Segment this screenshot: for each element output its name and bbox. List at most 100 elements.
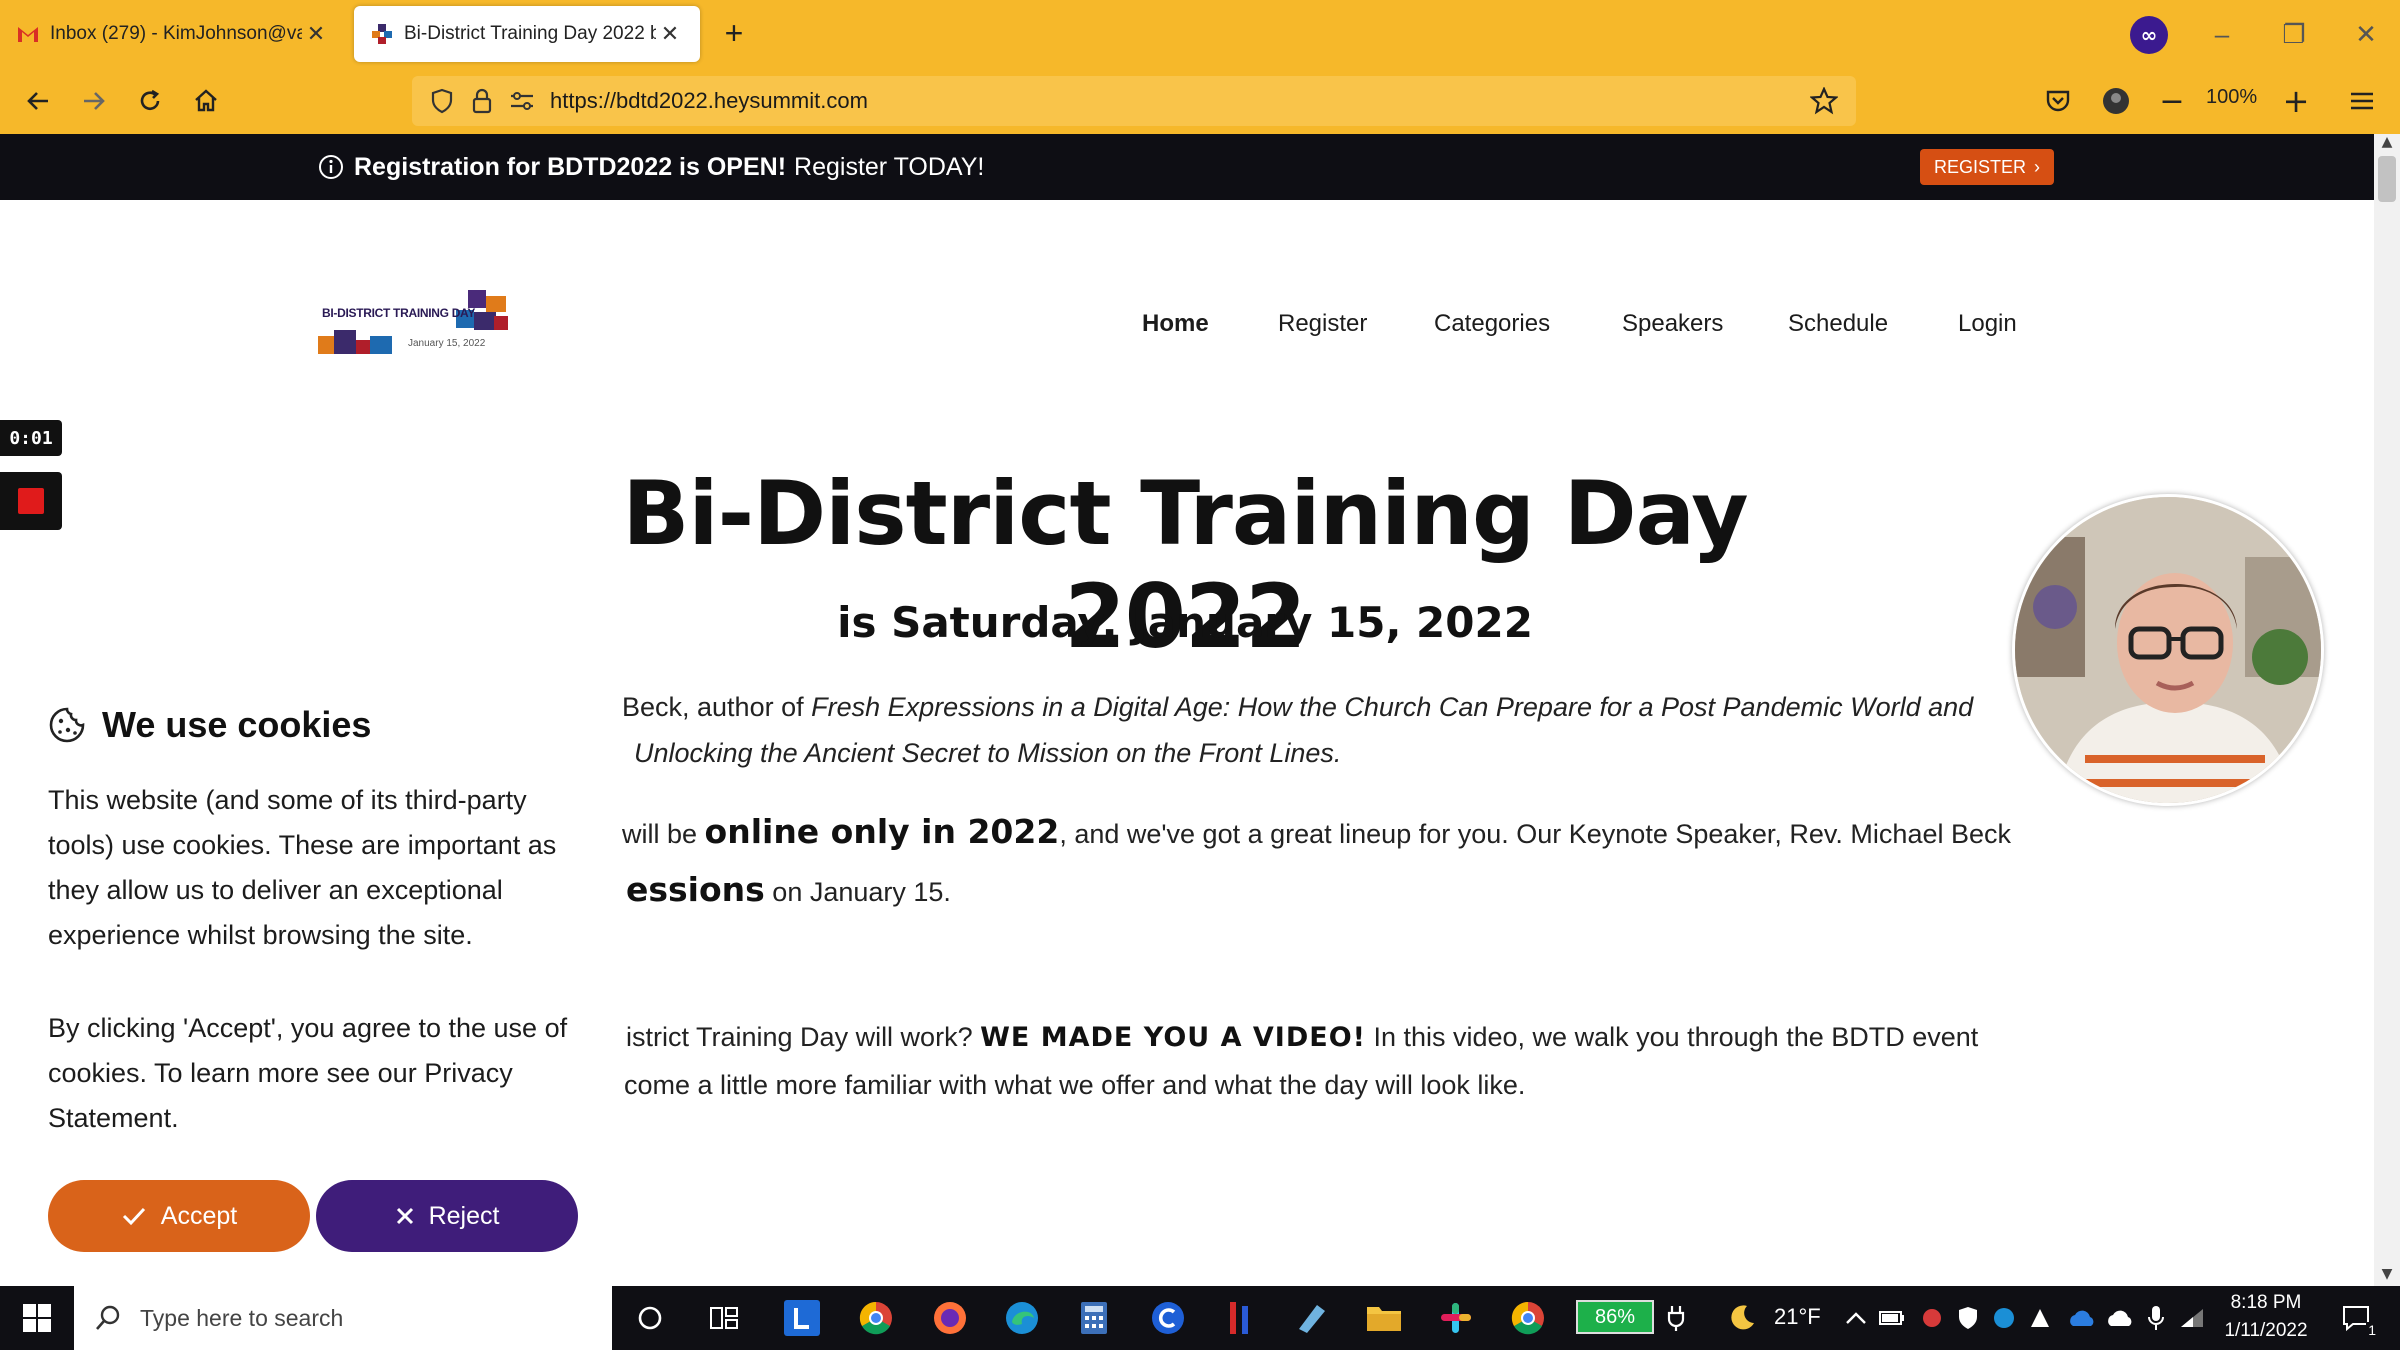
cookie-icon (49, 707, 85, 743)
notification-center-icon[interactable]: 1 (2334, 1296, 2378, 1340)
c-app-icon[interactable] (1146, 1296, 1190, 1340)
tab-gmail-inbox[interactable]: Inbox (279) - KimJohnson@vaum ✕ (0, 6, 346, 62)
weather-moon-icon[interactable] (1720, 1296, 1764, 1340)
reload-icon[interactable] (128, 79, 172, 123)
tuner-app-icon[interactable] (1218, 1296, 1262, 1340)
app-l-icon[interactable] (780, 1296, 824, 1340)
highlight-text: online only in 2022 (704, 812, 1060, 851)
windows-logo-icon (23, 1304, 51, 1332)
slack-icon[interactable] (1434, 1296, 1478, 1340)
minimize-icon[interactable]: – (2202, 14, 2242, 54)
recording-timer: 0:01 (0, 420, 62, 456)
scroll-up-icon[interactable]: ▲ (2374, 134, 2400, 154)
clock-time[interactable]: 8:18 PM (2218, 1292, 2314, 1314)
nav-categories[interactable]: Categories (1434, 300, 1550, 348)
task-view-icon[interactable] (702, 1296, 746, 1340)
accept-cookies-button[interactable]: Accept (48, 1180, 310, 1252)
site-navigation: Home Register Categories Speakers Schedu… (1100, 300, 2040, 348)
cookie-description: This website (and some of its third-part… (48, 785, 557, 950)
site-logo[interactable]: BI-DISTRICT TRAINING DAY January 15, 202… (318, 286, 518, 358)
tab-close-icon[interactable]: ✕ (656, 20, 684, 48)
gmail-icon (18, 27, 38, 42)
nav-speakers[interactable]: Speakers (1622, 300, 1723, 348)
forward-icon[interactable] (72, 79, 116, 123)
nav-register[interactable]: Register (1278, 300, 1367, 348)
calculator-icon[interactable] (1072, 1296, 1116, 1340)
extension-infinity-icon[interactable]: ∞ (2130, 16, 2168, 54)
page-scrollbar[interactable]: ▲ ▼ (2374, 134, 2400, 1286)
new-tab-button[interactable]: + (716, 16, 752, 52)
book-title-line2: Unlocking the Ancient Secret to Mission … (634, 738, 1342, 768)
tab-bdtd-active[interactable]: Bi-District Training Day 2022 b ✕ (354, 6, 700, 62)
close-window-icon[interactable]: ✕ (2346, 14, 2386, 54)
url-text[interactable]: https://bdtd2022.heysummit.com (550, 88, 1804, 114)
permissions-icon[interactable] (502, 81, 542, 121)
chevron-right-icon: › (2034, 156, 2040, 177)
bookmark-star-icon[interactable] (1804, 81, 1844, 121)
register-button[interactable]: REGISTER › (1920, 149, 2054, 185)
taskbar-search-box[interactable]: Type here to search (74, 1286, 612, 1350)
cookie-title: We use cookies (102, 704, 372, 745)
text: istrict Training Day will work? (626, 1022, 981, 1052)
register-button-label: REGISTER (1933, 156, 2026, 177)
home-icon[interactable] (184, 79, 228, 123)
shield-icon[interactable] (422, 81, 462, 121)
announcement-bar: Registration for BDTD2022 is OPEN! Regis… (0, 134, 2374, 200)
tray-app-icon[interactable] (2018, 1296, 2062, 1340)
zoom-level[interactable]: 100% (2206, 86, 2257, 109)
browser-nav-bar: https://bdtd2022.heysummit.com − 100% + (0, 68, 2400, 134)
battery-indicator[interactable]: 86% (1576, 1300, 1654, 1334)
bdtd-favicon-icon (372, 24, 392, 44)
zoom-out-button[interactable]: − (2150, 79, 2194, 123)
zoom-plus-label: + (2282, 82, 2310, 120)
info-icon (319, 155, 343, 179)
text: come a little more familiar with what we… (624, 1070, 1526, 1100)
edge-icon[interactable] (1000, 1296, 1044, 1340)
accept-label: Accept (160, 1201, 238, 1230)
content-paragraph-1-line2: Unlocking the Ancient Secret to Mission … (634, 738, 2074, 769)
scroll-down-icon[interactable]: ▼ (2374, 1266, 2400, 1286)
book-title: Fresh Expressions in a Digital Age: How … (811, 692, 1974, 722)
scroll-thumb[interactable] (2378, 156, 2396, 202)
menu-hamburger-icon[interactable] (2340, 79, 2384, 123)
cookie-consent-note: By clicking 'Accept', you agree to the u… (48, 1013, 568, 1133)
content-paragraph-2-line2: essions on January 15. (626, 870, 2066, 909)
back-icon[interactable] (16, 79, 60, 123)
power-plug-icon (1654, 1296, 1698, 1340)
restore-icon[interactable]: ❐ (2274, 14, 2314, 54)
reject-cookies-button[interactable]: Reject (316, 1180, 578, 1252)
pocket-icon[interactable] (2036, 79, 2080, 123)
start-button[interactable] (0, 1286, 74, 1350)
stop-recording-button[interactable] (0, 472, 62, 530)
tray-battery-icon[interactable] (1870, 1296, 1914, 1340)
chrome-profile-icon[interactable] (1506, 1296, 1550, 1340)
windows-taskbar: Type here to search 86% 21°F 8:18 PM 1/1… (0, 1286, 2400, 1350)
video-callout: WE MADE YOU A VIDEO! (980, 1022, 1366, 1053)
cortana-icon[interactable] (628, 1296, 672, 1340)
tab-close-icon[interactable]: ✕ (302, 20, 330, 48)
stop-icon (18, 488, 44, 514)
lock-icon[interactable] (462, 81, 502, 121)
firefox-icon[interactable] (928, 1296, 972, 1340)
wifi-icon[interactable] (2170, 1296, 2214, 1340)
chrome-icon[interactable] (854, 1296, 898, 1340)
content-paragraph-1: Beck, author of Fresh Expressions in a D… (622, 692, 2062, 723)
search-icon (96, 1305, 120, 1330)
content-paragraph-3: istrict Training Day will work? WE MADE … (626, 1022, 2066, 1053)
nav-home[interactable]: Home (1142, 300, 1209, 348)
webcam-overlay[interactable] (2012, 494, 2324, 806)
nav-login[interactable]: Login (1958, 300, 2017, 348)
announcement-bold: Registration for BDTD2022 is OPEN! (354, 152, 787, 181)
weather-temperature[interactable]: 21°F (1774, 1304, 1821, 1330)
clock-date[interactable]: 1/11/2022 (2212, 1320, 2320, 1342)
reject-label: Reject (428, 1201, 500, 1230)
notes-app-icon[interactable] (1290, 1296, 1334, 1340)
account-avatar-icon[interactable] (2094, 79, 2138, 123)
announcement-link[interactable]: Register TODAY! (794, 153, 984, 182)
address-bar[interactable]: https://bdtd2022.heysummit.com (412, 76, 1856, 126)
tab-title: Bi-District Training Day 2022 b (404, 23, 656, 44)
nav-schedule[interactable]: Schedule (1788, 300, 1888, 348)
text: In this video, we walk you through the B… (1365, 1022, 1979, 1052)
zoom-in-button[interactable]: + (2274, 79, 2318, 123)
file-explorer-icon[interactable] (1362, 1296, 1406, 1340)
